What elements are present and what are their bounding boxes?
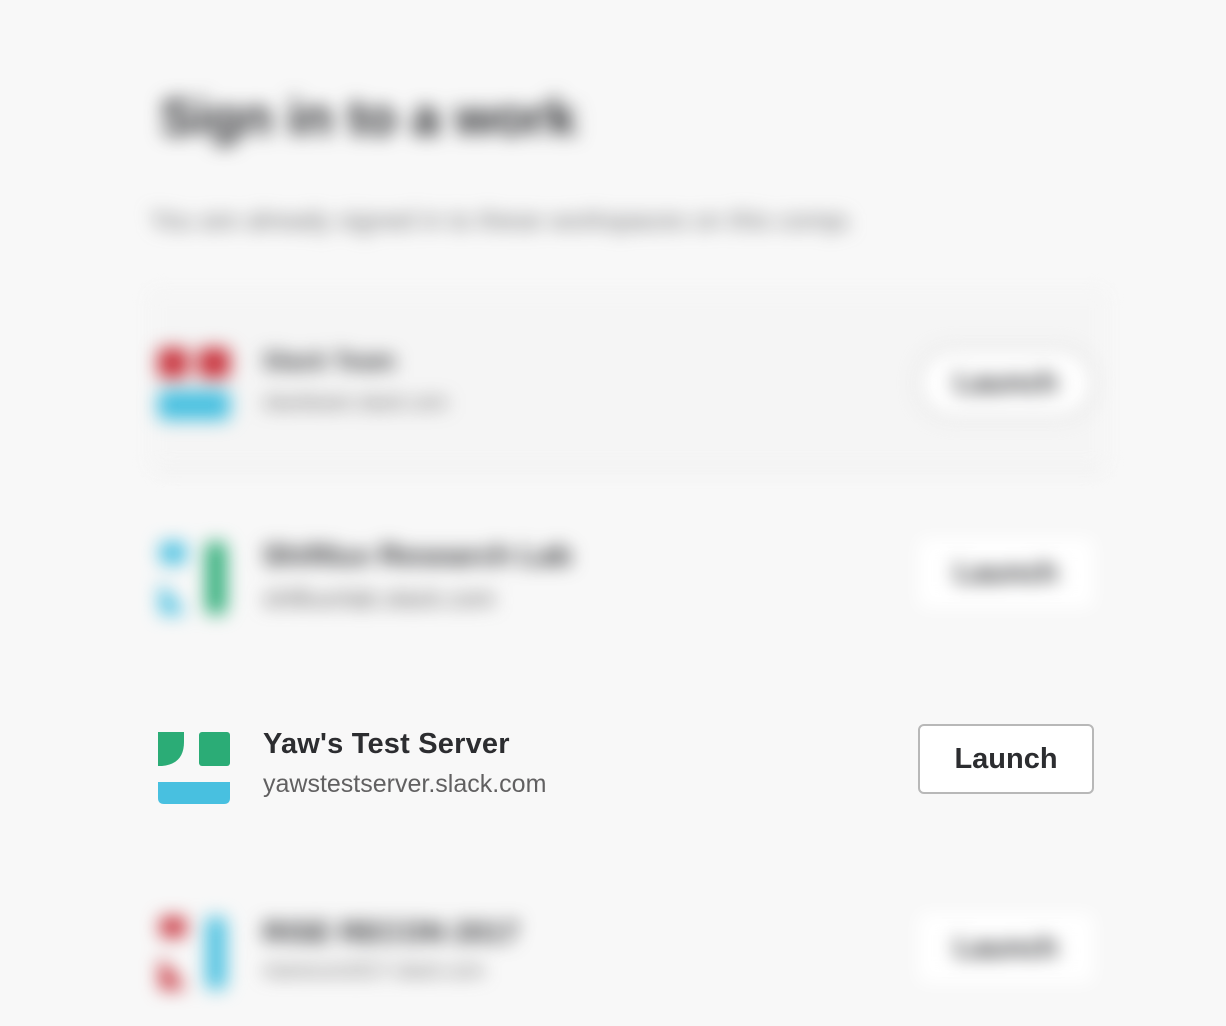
team-row-4: RISE RECON 2017 riserecon2017.slack.com … [0,905,1226,1005]
divider [160,470,1100,472]
team-domain: slackteam.slack.com [263,392,448,414]
team-name: Shiftlux Research Lab [263,540,572,572]
launch-button[interactable]: Launch [918,913,1094,983]
page-subtitle: You are already signed in to these works… [150,205,850,235]
team-domain: shiftuxrlab.slack.com [263,585,496,613]
team-icon-blue-green [160,542,226,614]
launch-button[interactable]: Launch [918,538,1094,608]
team-row-2: Shiftlux Research Lab shiftuxrlab.slack.… [0,530,1226,630]
team-icon-red-blue [160,917,226,989]
team-name: RISE RECON 2017 [263,917,520,949]
launch-button[interactable]: Launch [918,348,1094,418]
team-row-3: Yaw's Test Server yawstestserver.slack.c… [0,722,1226,822]
team-icon-green-blue[interactable] [158,732,230,804]
team-domain: riserecon2017.slack.com [263,960,485,982]
team-domain: yawstestserver.slack.com [263,770,547,798]
page-title: Sign in to a workspace [160,89,580,147]
team-name[interactable]: Yaw's Test Server [263,728,510,761]
team-row-1: Slack Team slackteam.slack.com Launch [0,330,1226,430]
workspace-launcher-page: Sign in to a workspace You are already s… [0,0,1226,1026]
launch-button[interactable]: Launch [918,724,1094,794]
team-name: Slack Team [263,348,396,375]
team-icon-red-blue [158,348,230,420]
